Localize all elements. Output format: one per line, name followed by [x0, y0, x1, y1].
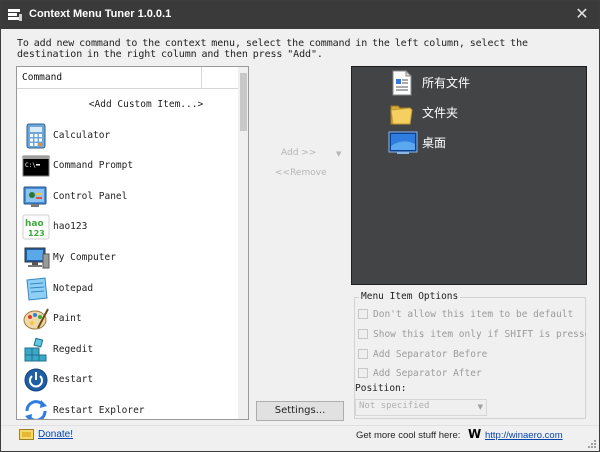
list-item-label: Paint — [53, 313, 82, 325]
position-select[interactable]: Not specified ▼ — [355, 399, 487, 416]
list-item-label: hao123 — [53, 221, 88, 233]
svg-text:C:\: C:\ — [25, 162, 36, 169]
control-panel-icon — [23, 186, 47, 207]
window-title: Context Menu Tuner 1.0.0.1 — [29, 8, 172, 20]
resize-grip-icon[interactable] — [587, 439, 597, 449]
list-item-label: Regedit — [53, 343, 94, 355]
destination-label: 文件夹 — [422, 106, 459, 120]
main-window: Context Menu Tuner 1.0.0.1 ✕ To add new … — [0, 0, 600, 452]
checkbox-label: Add Separator After — [373, 368, 482, 379]
notepad-icon — [26, 277, 48, 301]
list-item-calculator[interactable]: Calculator — [17, 121, 239, 152]
my-computer-icon — [24, 247, 50, 269]
checkbox[interactable] — [358, 329, 368, 339]
title-bar[interactable]: Context Menu Tuner 1.0.0.1 ✕ — [1, 1, 599, 29]
list-item-label: Calculator — [53, 129, 111, 141]
menu-item-options-group: Menu Item Options Don't allow this item … — [354, 291, 586, 419]
option-separator-before[interactable]: Add Separator Before — [358, 348, 586, 362]
position-value: Not specified — [359, 401, 430, 411]
donate-link[interactable]: Donate! — [38, 429, 73, 440]
list-item-notepad[interactable]: Notepad — [17, 274, 239, 305]
list-item-my-computer[interactable]: My Computer — [17, 243, 239, 274]
calculator-icon — [26, 123, 46, 149]
checkbox[interactable] — [358, 368, 368, 378]
winaero-link[interactable]: http://winaero.com — [485, 430, 563, 441]
footer-divider — [1, 425, 599, 426]
list-item-regedit[interactable]: Regedit — [17, 335, 239, 366]
all-files-icon — [392, 70, 413, 96]
command-column-header-extra — [202, 67, 240, 89]
list-item-control-panel[interactable]: Control Panel — [17, 182, 239, 213]
command-items: <Add Custom Item...> Calculator C:\ Comm… — [17, 90, 239, 419]
desktop-icon — [388, 131, 418, 154]
command-column-header[interactable]: Command — [17, 67, 202, 89]
list-item-restart[interactable]: Restart — [17, 365, 239, 396]
donate-icon — [19, 429, 34, 440]
destination-item-folder[interactable]: 文件夹 — [388, 100, 568, 126]
destination-label: 桌面 — [422, 136, 447, 150]
list-item-paint[interactable]: Paint — [17, 304, 239, 335]
list-item-label: My Computer — [53, 251, 116, 263]
checkbox[interactable] — [358, 309, 368, 319]
list-item-command-prompt[interactable]: C:\ Command Prompt — [17, 151, 239, 182]
list-item-add-custom[interactable]: <Add Custom Item...> — [17, 90, 239, 121]
add-button[interactable]: Add >> — [281, 148, 316, 158]
restart-explorer-icon — [25, 399, 47, 419]
destination-item-desktop[interactable]: 桌面 — [388, 130, 568, 156]
list-item-label: Control Panel — [53, 190, 128, 202]
checkbox-label: Don't allow this item to be default — [373, 309, 574, 320]
command-list[interactable]: Command <Add Custom Item...> Calculator — [16, 66, 249, 420]
list-item-label: Command Prompt — [53, 160, 134, 172]
scrollbar-thumb[interactable] — [240, 73, 247, 131]
checkbox[interactable] — [358, 349, 368, 359]
paint-icon — [23, 308, 49, 330]
list-item-label: Notepad — [53, 282, 94, 294]
close-button[interactable]: ✕ — [565, 1, 599, 29]
chevron-down-icon[interactable]: ▼ — [336, 150, 341, 158]
command-prompt-icon: C:\ — [22, 155, 50, 177]
restart-icon — [24, 368, 48, 392]
list-item-hao123[interactable]: hao 123 hao123 — [17, 212, 239, 243]
regedit-icon — [24, 337, 47, 362]
position-label: Position: — [355, 383, 407, 394]
settings-button[interactable]: Settings... — [256, 401, 344, 421]
checkbox-label: Add Separator Before — [373, 349, 488, 360]
get-more-text: Get more cool stuff here: — [356, 430, 461, 441]
instructions-text: To add new command to the context menu, … — [17, 38, 528, 60]
checkbox-label: Show this item only if SHIFT is pressed — [373, 329, 586, 340]
svg-text:123: 123 — [28, 229, 45, 238]
list-item-label: <Add Custom Item...> — [88, 99, 204, 110]
option-separator-after[interactable]: Add Separator After — [358, 367, 586, 381]
destination-label: 所有文件 — [422, 76, 471, 90]
command-list-scrollbar[interactable] — [238, 67, 248, 419]
option-no-default[interactable]: Don't allow this item to be default — [358, 308, 586, 322]
folder-icon — [390, 105, 413, 125]
chevron-down-icon: ▼ — [477, 403, 483, 411]
remove-button[interactable]: <<Remove — [275, 168, 327, 178]
destination-list[interactable]: 所有文件 文件夹 桌面 — [351, 66, 587, 285]
add-remove-area: Add >> ▼ <<Remove — [259, 148, 349, 188]
list-item-label: Restart Explorer — [53, 404, 145, 416]
hao123-icon: hao 123 — [22, 214, 50, 240]
option-shift-only[interactable]: Show this item only if SHIFT is pressed — [358, 328, 586, 342]
list-item-restart-explorer[interactable]: Restart Explorer — [17, 396, 239, 419]
winaero-logo-icon: W — [468, 427, 482, 441]
app-icon — [8, 9, 22, 21]
destination-item-all-files[interactable]: 所有文件 — [388, 70, 568, 96]
svg-text:hao: hao — [25, 219, 44, 229]
options-legend: Menu Item Options — [359, 291, 461, 302]
list-item-label: Restart — [53, 374, 94, 386]
